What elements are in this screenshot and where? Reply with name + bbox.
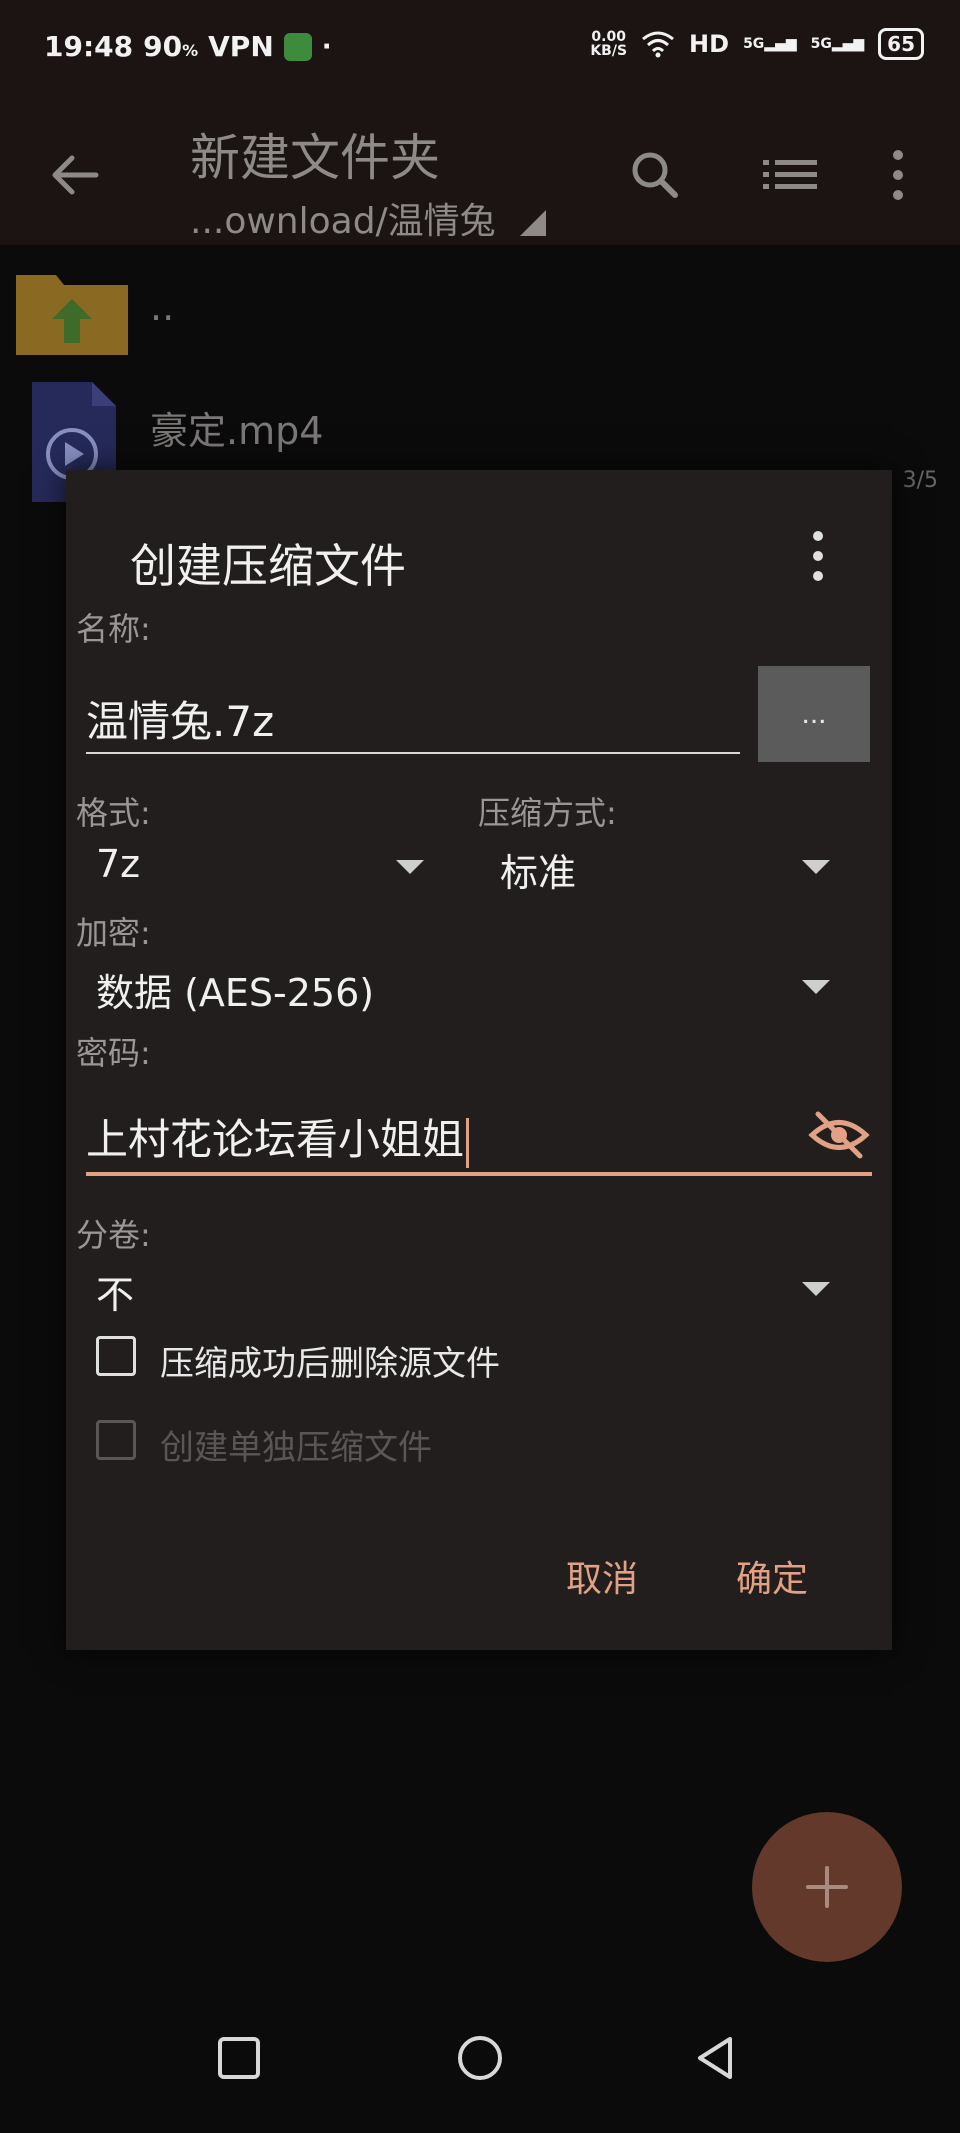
folder-title: 新建文件夹	[190, 129, 440, 187]
format-label: 格式:	[76, 794, 151, 832]
method-dropdown-icon[interactable]	[802, 860, 830, 874]
format-dropdown-icon[interactable]	[396, 860, 424, 874]
home-icon[interactable]	[445, 2023, 515, 2093]
password-input[interactable]: 上村花论坛看小姐姐	[86, 1106, 470, 1168]
dialog-title: 创建压缩文件	[130, 539, 406, 593]
overflow-menu-icon[interactable]	[863, 140, 933, 210]
separate-archive-label: 创建单独压缩文件	[160, 1428, 432, 1468]
add-fab-button[interactable]	[752, 1812, 902, 1962]
separate-archive-checkbox	[96, 1420, 136, 1460]
method-label: 压缩方式:	[478, 794, 617, 832]
file-name: ..	[150, 285, 175, 329]
status-net: 90%	[143, 30, 199, 63]
delete-after-label: 压缩成功后删除源文件	[160, 1344, 500, 1384]
path-dropdown-icon	[519, 210, 546, 236]
dialog-menu-icon[interactable]	[808, 526, 828, 586]
signal-icon: 5G▂▄▆	[743, 36, 797, 52]
password-label: 密码:	[76, 1034, 151, 1072]
battery-icon: 65	[878, 28, 924, 60]
search-icon[interactable]	[620, 140, 690, 210]
eye-off-icon[interactable]	[806, 1102, 872, 1168]
create-archive-dialog: 创建压缩文件 名称: 温情兔.7z ... 格式: 7z 压缩方式: 标准 加密…	[66, 470, 892, 1650]
encrypt-label: 加密:	[76, 914, 151, 952]
delete-after-checkbox[interactable]	[96, 1336, 136, 1376]
back-arrow-icon[interactable]	[40, 140, 110, 210]
encrypt-select[interactable]: 数据 (AES-256)	[96, 962, 374, 1017]
folder-up-icon	[16, 275, 128, 355]
list-view-icon[interactable]	[755, 140, 825, 210]
method-select[interactable]: 标准	[500, 842, 576, 897]
browse-button[interactable]: ...	[758, 666, 870, 762]
confirm-button[interactable]: 确定	[736, 1550, 808, 1602]
status-vpn: VPN	[208, 30, 274, 63]
status-bar: 19:48 90% VPN · 0.00 KB/S HD 5G▂▄▆ 5G▂▄▆ …	[0, 0, 960, 100]
wifi-icon	[642, 31, 674, 58]
file-name: 豪定.mp4	[150, 409, 324, 453]
status-right: 0.00 KB/S HD 5G▂▄▆ 5G▂▄▆ 65	[590, 28, 924, 60]
back-icon[interactable]	[680, 2023, 750, 2093]
status-speed: 0.00 KB/S	[590, 29, 628, 59]
split-label: 分卷:	[76, 1216, 151, 1254]
encrypt-dropdown-icon[interactable]	[802, 980, 830, 994]
status-time: 19:48	[44, 30, 134, 63]
app-toolbar: 新建文件夹 ...ownload/温情兔	[0, 100, 960, 245]
status-left: 19:48 90% VPN ·	[44, 30, 332, 63]
app-notification-icon	[283, 32, 312, 61]
name-input[interactable]: 温情兔.7z	[86, 688, 274, 749]
cancel-button[interactable]: 取消	[566, 1550, 638, 1602]
split-dropdown-icon[interactable]	[802, 1282, 830, 1296]
folder-path[interactable]: ...ownload/温情兔	[190, 192, 546, 244]
name-input-underline	[86, 752, 740, 754]
signal-icon-2: 5G▂▄▆	[810, 36, 865, 52]
password-input-underline	[86, 1172, 872, 1176]
file-item-parent[interactable]: ..	[0, 255, 960, 375]
file-meta: 3/5	[902, 468, 938, 493]
split-select[interactable]: 不	[96, 1264, 134, 1319]
format-select[interactable]: 7z	[96, 842, 140, 886]
system-nav-bar	[0, 1983, 960, 2133]
plus-icon	[806, 1866, 848, 1908]
status-dot: ·	[321, 31, 332, 62]
recents-icon[interactable]	[204, 2023, 274, 2093]
text-caret	[466, 1117, 470, 1168]
path-text: ...ownload/温情兔	[190, 201, 496, 242]
status-hd: HD	[689, 30, 730, 58]
name-label: 名称:	[76, 610, 151, 648]
